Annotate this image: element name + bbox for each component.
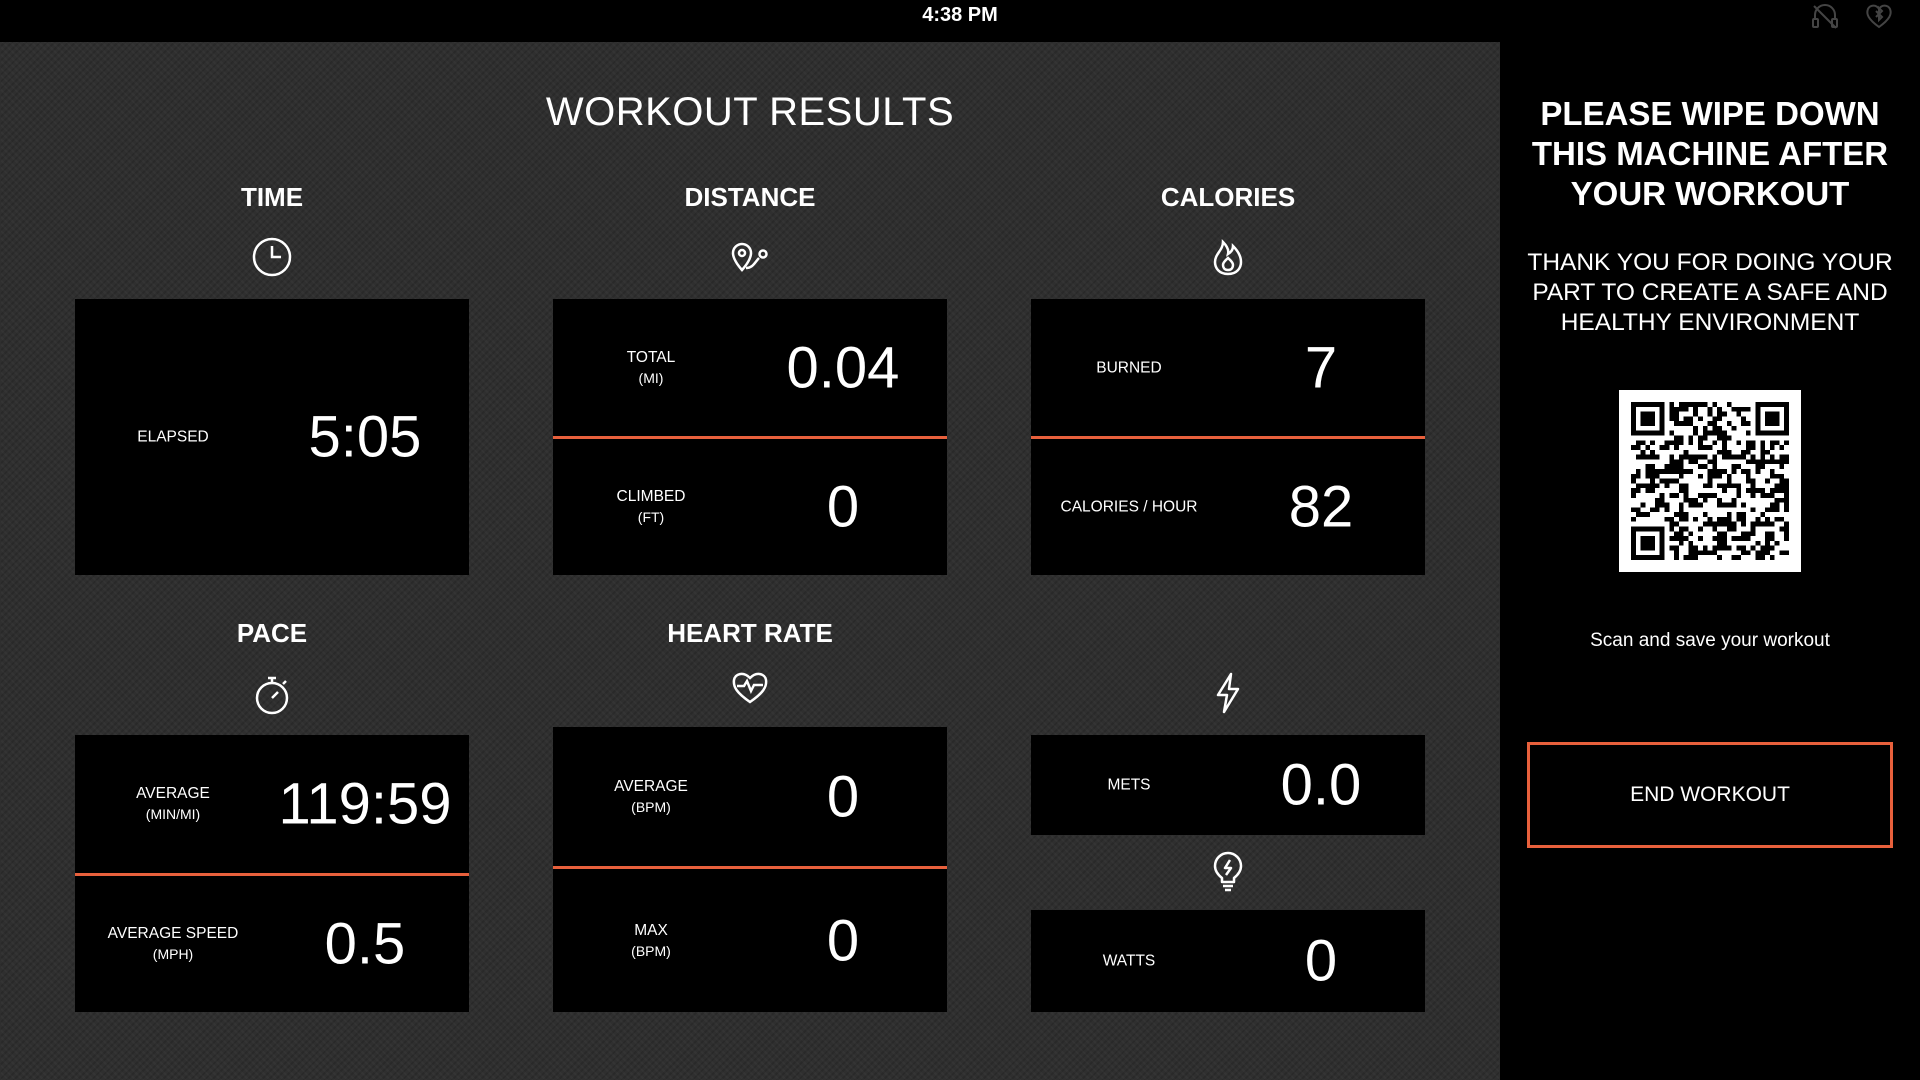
heart-rate-average-unit: (BPM) [631,798,671,815]
stopwatch-icon [249,672,295,718]
status-bar: 4:38 PM [0,0,1920,42]
route-pin-icon [727,234,773,280]
distance-total-row: TOTAL (MI) 0.04 [553,299,947,439]
end-workout-button[interactable]: END WORKOUT [1527,742,1893,848]
mets-row: METS 0.0 [1031,735,1425,835]
workout-results-panel: WORKOUT RESULTS TIME ELAPSED 5:05 DISTAN… [0,42,1500,1080]
heart-bluetooth-icon [1864,2,1894,30]
elapsed-value: 5:05 [308,404,422,470]
clock-icon [249,234,295,280]
average-speed-value: 0.5 [324,911,406,977]
watts-row: WATTS 0 [1031,910,1425,1012]
calories-burned-label-text: BURNED [1096,359,1162,376]
heart-rate-max-row: MAX (BPM) 0 [553,869,947,1012]
elapsed-label: ELAPSED [75,427,271,448]
lightbulb-icon [1205,848,1251,894]
elapsed-row: ELAPSED 5:05 [75,299,469,575]
mets-label-text: METS [1107,776,1151,794]
mets-value: 0.0 [1280,752,1362,818]
calories-per-hour-value: 82 [1288,474,1354,540]
status-clock: 4:38 PM [922,4,998,26]
heart-rate-max-unit: (BPM) [631,942,671,959]
wipe-down-heading: PLEASE WIPE DOWN THIS MACHINE AFTER YOUR… [1531,95,1889,212]
distance-climbed-label-text: CLIMBED [616,488,686,505]
calories-burned-label: BURNED [1031,357,1227,378]
watts-value: 0 [1304,928,1338,994]
distance-total-value: 0.04 [786,335,900,400]
mets-label: METS [1031,775,1227,796]
average-speed-unit: (MPH) [152,946,194,962]
pace-average-label-text: AVERAGE [136,785,210,802]
calories-per-hour-row: CALORIES / HOUR 82 [1031,439,1425,575]
qr-code[interactable] [1619,390,1801,572]
scan-save-text: Scan and save your workout [1590,630,1830,651]
side-panel: PLEASE WIPE DOWN THIS MACHINE AFTER YOUR… [1500,42,1920,1080]
watts-label-text: WATTS [1102,952,1156,970]
distance-section-title: DISTANCE [684,182,816,212]
heart-rate-average-label: AVERAGE (BPM) [553,776,749,818]
flame-icon [1205,234,1251,280]
distance-climbed-label: CLIMBED (FT) [553,486,749,528]
heart-rate-max-value: 0 [826,908,860,973]
headphones-off-icon [1810,2,1840,30]
calories-card: BURNED 7 CALORIES / HOUR 82 [1031,299,1425,575]
elapsed-label-text: ELAPSED [137,428,209,446]
qr-code-image [1631,402,1789,560]
watts-label: WATTS [1031,951,1227,972]
heart-rate-card: AVERAGE (BPM) 0 MAX (BPM) 0 [553,727,947,1012]
mets-card: METS 0.0 [1031,735,1425,835]
pace-average-row: AVERAGE (MIN/MI) 119:59 [75,735,469,876]
pace-average-unit: (MIN/MI) [145,806,201,822]
thank-you-message: THANK YOU FOR DOING YOUR PART TO CREATE … [1527,249,1893,336]
time-section-title: TIME [240,182,304,212]
distance-climbed-unit: (FT) [637,509,665,525]
watts-card: WATTS 0 [1031,910,1425,1012]
calories-burned-value: 7 [1304,335,1338,400]
calories-section-title: CALORIES [1160,182,1296,212]
heart-rate-max-label-text: MAX [634,921,668,939]
heartbeat-icon [727,664,773,710]
heart-rate-average-row: AVERAGE (BPM) 0 [553,727,947,869]
heart-rate-average-value: 0 [826,764,860,829]
pace-section-title: PACE [236,618,308,648]
distance-card: TOTAL (MI) 0.04 CLIMBED (FT) 0 [553,299,947,575]
pace-average-value: 119:59 [278,771,452,837]
distance-total-label-text: TOTAL [626,348,676,366]
calories-burned-row: BURNED 7 [1031,299,1425,439]
pace-average-label: AVERAGE (MIN/MI) [75,783,271,825]
pace-card: AVERAGE (MIN/MI) 119:59 AVERAGE SPEED (M… [75,735,469,1012]
average-speed-row: AVERAGE SPEED (MPH) 0.5 [75,876,469,1012]
calories-per-hour-label: CALORIES / HOUR [1031,497,1227,518]
heart-rate-section-title: HEART RATE [667,618,833,648]
average-speed-label-text: AVERAGE SPEED [107,925,239,942]
distance-climbed-value: 0 [826,474,860,540]
time-card: ELAPSED 5:05 [75,299,469,575]
distance-total-unit: (MI) [638,369,664,386]
page-title: WORKOUT RESULTS [545,90,955,134]
distance-total-label: TOTAL (MI) [553,347,749,389]
heart-rate-max-label: MAX (BPM) [553,920,749,962]
lightning-bolt-icon [1205,670,1251,716]
distance-climbed-row: CLIMBED (FT) 0 [553,439,947,575]
calories-per-hour-label-text: CALORIES / HOUR [1060,498,1198,516]
average-speed-label: AVERAGE SPEED (MPH) [75,923,271,965]
heart-rate-average-label-text: AVERAGE [614,777,688,795]
